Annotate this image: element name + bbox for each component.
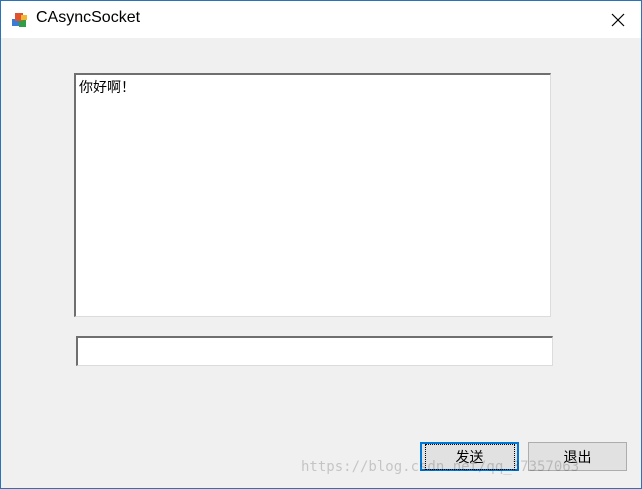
mfc-app-icon xyxy=(12,13,27,27)
message-text: 你好啊！ xyxy=(79,80,135,96)
close-icon xyxy=(611,13,625,26)
send-button[interactable]: 发送 xyxy=(420,442,519,471)
window-title: CAsyncSocket xyxy=(36,9,141,26)
message-display[interactable]: 你好啊！ xyxy=(74,73,551,317)
close-button[interactable] xyxy=(595,1,641,38)
title-bar[interactable]: CAsyncSocket xyxy=(1,1,641,38)
dialog-window: CAsyncSocket 你好啊！ 发送 退出 https://blog.csd… xyxy=(0,0,642,489)
quit-button[interactable]: 退出 xyxy=(528,442,627,471)
quit-button-label: 退出 xyxy=(563,449,592,466)
send-button-label: 发送 xyxy=(424,443,515,470)
message-input[interactable] xyxy=(76,336,553,366)
